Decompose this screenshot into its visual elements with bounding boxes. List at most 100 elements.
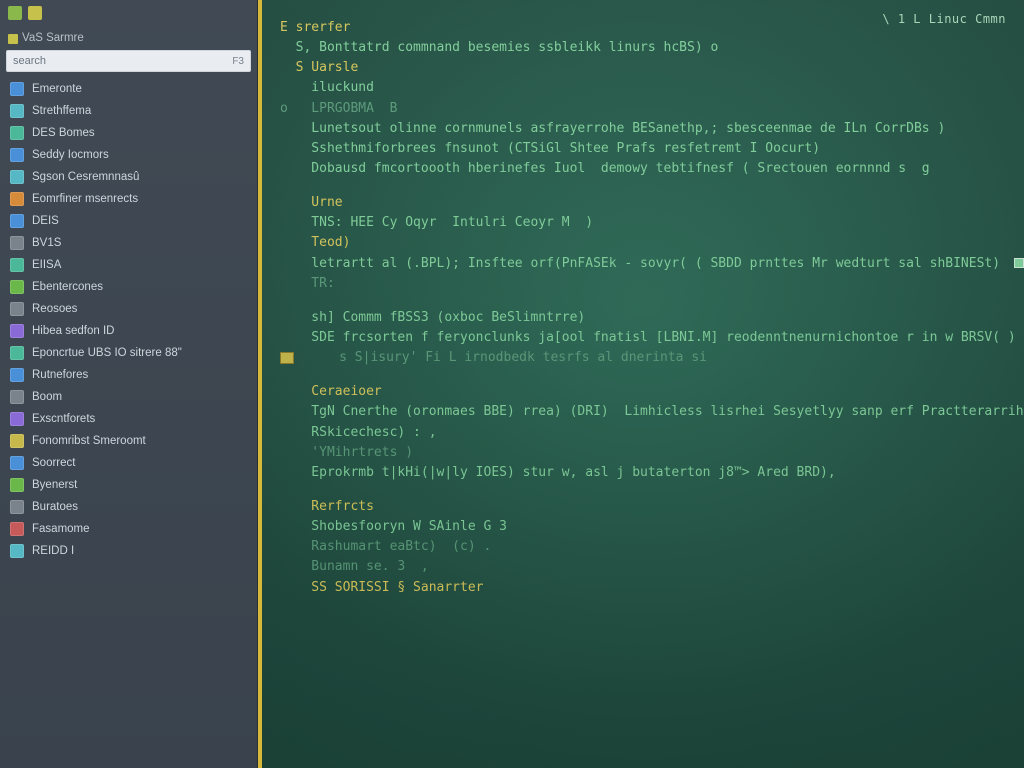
sidebar-item-label: Boom bbox=[32, 391, 62, 403]
terminal-line: S, Bonttatrd commnand besemies ssbleikk … bbox=[280, 38, 1002, 58]
sidebar-item-label: Fasamome bbox=[32, 523, 90, 535]
sidebar-item[interactable]: Buratoes bbox=[0, 496, 257, 518]
terminal-block: E srerfer S, Bonttatrd commnand besemies… bbox=[280, 18, 1002, 179]
terminal-line: Bunamn se. 3 , bbox=[280, 557, 1002, 577]
sidebar-item-label: Seddy Iocmors bbox=[32, 149, 109, 161]
sidebar-item[interactable]: Rutnefores bbox=[0, 364, 257, 386]
sidebar-item-label: Ebentercones bbox=[32, 281, 103, 293]
sidebar-item-icon bbox=[10, 280, 24, 294]
sidebar-item-label: BV1S bbox=[32, 237, 61, 249]
terminal-line: 'YMihrtrets ) bbox=[280, 443, 1002, 463]
sidebar-item-label: Buratoes bbox=[32, 501, 78, 513]
search-input[interactable] bbox=[13, 55, 232, 67]
app-icon bbox=[8, 6, 22, 20]
sidebar-item[interactable]: Hibea sedfon ID bbox=[0, 320, 257, 342]
sidebar-item-icon bbox=[10, 214, 24, 228]
terminal-line: Urne bbox=[280, 193, 1002, 213]
sidebar-item-icon bbox=[10, 500, 24, 514]
terminal-line: Eprokrmb t|kHi(|w|ly IOES) stur w, asl j… bbox=[280, 463, 1002, 483]
sidebar-item-label: DEIS bbox=[32, 215, 59, 227]
terminal-block: Urne TNS: HEE Cy Oqyr Intulri Ceoyr M ) … bbox=[280, 193, 1002, 294]
sidebar-item[interactable]: Sgson Cesremnnasû bbox=[0, 166, 257, 188]
sidebar-item-icon bbox=[10, 434, 24, 448]
terminal-line: Sshethmiforbrees fnsunot (CTSiGl Shtee P… bbox=[280, 139, 1002, 159]
sidebar-item[interactable]: Exscntforets bbox=[0, 408, 257, 430]
app-icon-second bbox=[28, 6, 42, 20]
sidebar-item-label: Sgson Cesremnnasû bbox=[32, 171, 139, 183]
terminal-block: Ceraeioer TgN Cnerthe (oronmaes BBE) rre… bbox=[280, 382, 1002, 483]
sidebar-item[interactable]: Fasamome bbox=[0, 518, 257, 540]
terminal-line: Shobesfooryn W SAinle G 3 bbox=[280, 517, 1002, 537]
sidebar-item[interactable]: Eomrfiner msenrects bbox=[0, 188, 257, 210]
terminal-line: Rerfrcts bbox=[280, 497, 1002, 517]
sidebar-item[interactable]: Boom bbox=[0, 386, 257, 408]
sidebar-section-title: VaS Sarmre bbox=[0, 26, 257, 50]
terminal-line: Ceraeioer bbox=[280, 382, 1002, 402]
sidebar-item-label: DES Bomes bbox=[32, 127, 95, 139]
sidebar-item-icon bbox=[10, 148, 24, 162]
sidebar-item[interactable]: Byenerst bbox=[0, 474, 257, 496]
terminal-line: Teod) bbox=[280, 233, 1002, 253]
terminal-line: SDE frcsorten f feryonclunks ja[ool fnat… bbox=[280, 328, 1002, 348]
sidebar-item[interactable]: Soorrect bbox=[0, 452, 257, 474]
terminal-line: Lunetsout olinne cornmunels asfrayerrohe… bbox=[280, 119, 1002, 139]
sidebar-item[interactable]: Seddy Iocmors bbox=[0, 144, 257, 166]
sidebar-item-label: Fonomribst Smeroomt bbox=[32, 435, 146, 447]
terminal-status: \ 1 L Linuc Cmmn bbox=[882, 10, 1006, 29]
sidebar-item-icon bbox=[10, 104, 24, 118]
sidebar-item-label: EIISA bbox=[32, 259, 61, 271]
sidebar-item-label: Strethffema bbox=[32, 105, 91, 117]
sidebar-item-icon bbox=[10, 82, 24, 96]
search-shortcut: F3 bbox=[232, 56, 244, 67]
sidebar-item-icon bbox=[10, 390, 24, 404]
sidebar-item-icon bbox=[10, 192, 24, 206]
sidebar-item-icon bbox=[10, 456, 24, 470]
terminal-block: Rerfrcts Shobesfooryn W SAinle G 3 Rashu… bbox=[280, 497, 1002, 598]
sidebar-item[interactable]: Strethffema bbox=[0, 100, 257, 122]
terminal-pane[interactable]: \ 1 L Linuc Cmmn E srerfer S, Bonttatrd … bbox=[258, 0, 1024, 768]
sidebar-item[interactable]: DEIS bbox=[0, 210, 257, 232]
terminal-line: SS SORISSI § Sanarrter bbox=[280, 578, 1002, 598]
sidebar-item-icon bbox=[10, 478, 24, 492]
sidebar-item-label: Soorrect bbox=[32, 457, 75, 469]
search-box[interactable]: F3 bbox=[6, 50, 251, 72]
sidebar-item-icon bbox=[10, 522, 24, 536]
line-marker-icon bbox=[1014, 258, 1024, 268]
terminal-line: TgN Cnerthe (oronmaes BBE) rrea) (DRI) L… bbox=[280, 402, 1002, 422]
sidebar-item-icon bbox=[10, 258, 24, 272]
sidebar-item-icon bbox=[10, 302, 24, 316]
sidebar-item[interactable]: Emeronte bbox=[0, 78, 257, 100]
sidebar-item[interactable]: REIDD I bbox=[0, 540, 257, 562]
terminal-line: sh] Commm fBSS3 (oxboc BeSlimntrre) bbox=[280, 308, 1002, 328]
sidebar-item-label: Byenerst bbox=[32, 479, 77, 491]
sidebar-item[interactable]: Eponcrtue UBS IO sitrere 88" bbox=[0, 342, 257, 364]
sidebar-item[interactable]: Reosoes bbox=[0, 298, 257, 320]
terminal-line: TR: bbox=[280, 274, 1002, 294]
sidebar-item[interactable]: BV1S bbox=[0, 232, 257, 254]
sidebar-item[interactable]: Fonomribst Smeroomt bbox=[0, 430, 257, 452]
sidebar-item-label: Hibea sedfon ID bbox=[32, 325, 114, 337]
sidebar-item-label: Reosoes bbox=[32, 303, 77, 315]
sidebar-item-icon bbox=[10, 368, 24, 382]
terminal-body: E srerfer S, Bonttatrd commnand besemies… bbox=[280, 18, 1002, 598]
sidebar-item-icon bbox=[10, 412, 24, 426]
terminal-line: letrartt al (.BPL); Insftee orf(PnFASEk … bbox=[280, 254, 1002, 274]
sidebar-item-icon bbox=[10, 544, 24, 558]
sidebar-item-label: Eomrfiner msenrects bbox=[32, 193, 138, 205]
sidebar-item-icon bbox=[10, 236, 24, 250]
sidebar-item-label: Eponcrtue UBS IO sitrere 88" bbox=[32, 347, 182, 359]
sidebar-item[interactable]: Ebentercones bbox=[0, 276, 257, 298]
sidebar-item-icon bbox=[10, 346, 24, 360]
sidebar-item[interactable]: EIISA bbox=[0, 254, 257, 276]
terminal-line: Dobausd fmcortoooth hberinefes Iuol demo… bbox=[280, 159, 1002, 179]
terminal-line: TNS: HEE Cy Oqyr Intulri Ceoyr M ) bbox=[280, 213, 1002, 233]
sidebar-item-label: Exscntforets bbox=[32, 413, 95, 425]
sidebar-item-icon bbox=[10, 170, 24, 184]
terminal-block: sh] Commm fBSS3 (oxboc BeSlimntrre) SDE … bbox=[280, 308, 1002, 368]
sidebar-item[interactable]: DES Bomes bbox=[0, 122, 257, 144]
sidebar-list: Emeronte Strethffema DES Bomes Seddy Iocmor… bbox=[0, 78, 257, 768]
sidebar-item-icon bbox=[10, 324, 24, 338]
sidebar-top-controls bbox=[0, 0, 257, 26]
terminal-line: S Uarsle bbox=[280, 58, 1002, 78]
terminal-line: iluckund bbox=[280, 78, 1002, 98]
